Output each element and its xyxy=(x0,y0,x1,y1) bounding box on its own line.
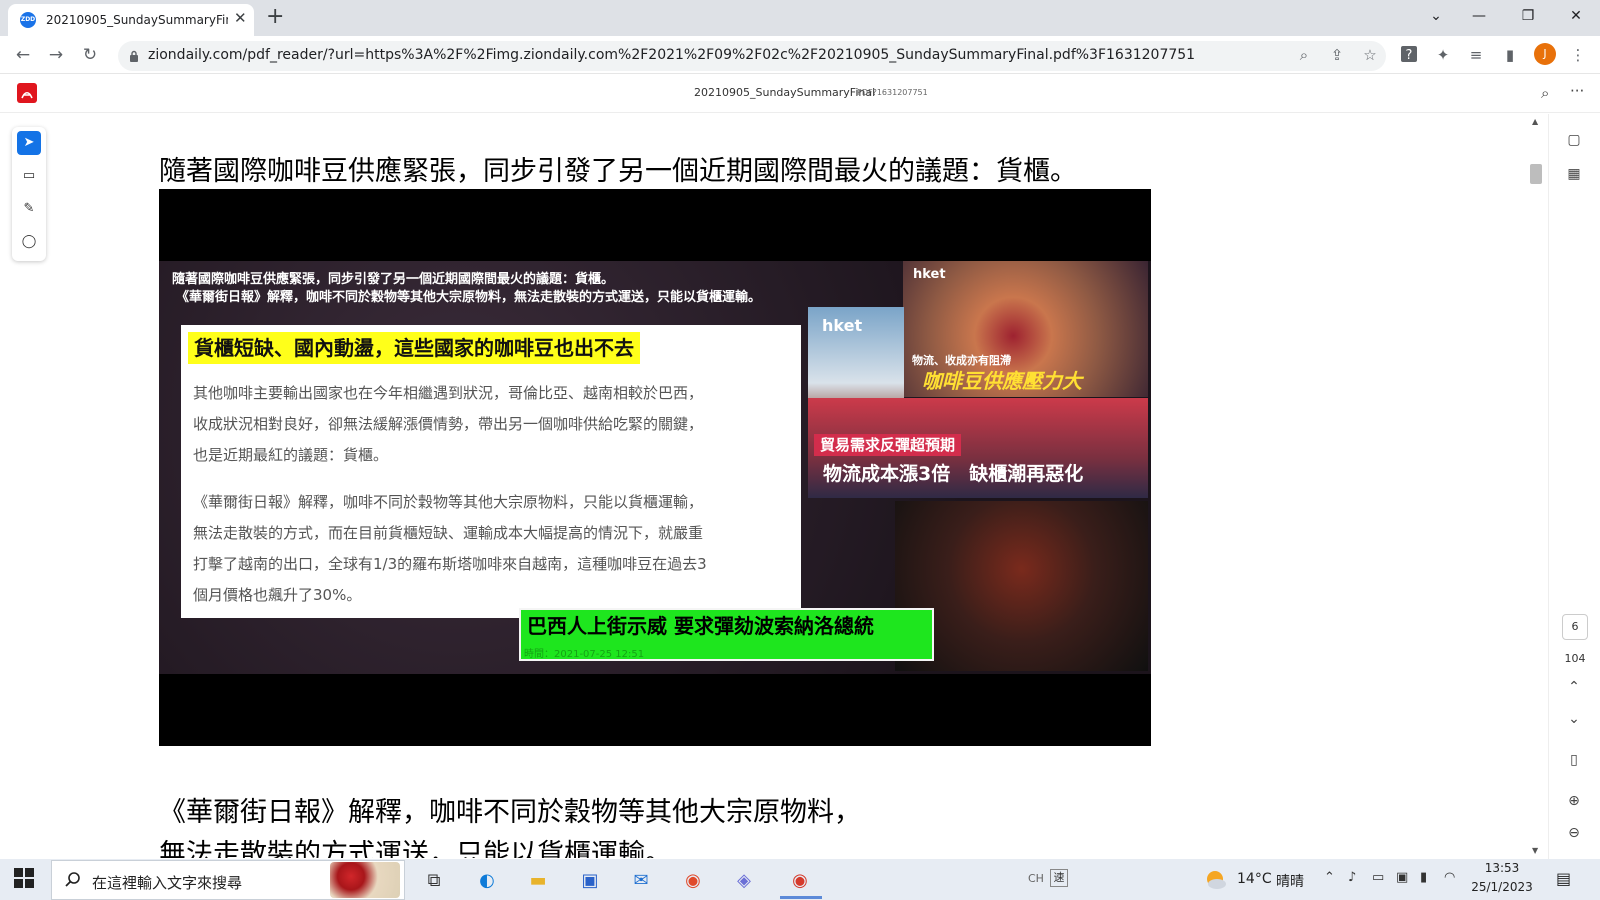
mail-icon[interactable]: ✉ xyxy=(628,868,654,894)
pdf-file-suffix: PDF?1631207751 xyxy=(857,88,928,97)
document-paragraph: 隨著國際咖啡豆供應緊張，同步引發了另一個近期國際間最火的議題：貨櫃。 xyxy=(159,156,1077,187)
forward-arrow-icon[interactable]: → xyxy=(45,44,67,66)
comments-icon[interactable]: ▢ xyxy=(1563,129,1585,151)
document-paragraph: 無法走散裝的方式運送，只能以貨櫃運輸。 xyxy=(159,839,672,858)
article-line: 打擊了越南的出口，全球有1/3的羅布斯塔咖啡來自越南，這種咖啡豆在過去3 xyxy=(193,555,707,573)
restore-button[interactable]: ❐ xyxy=(1505,0,1551,32)
article-line: 個月價格也飆升了30%。 xyxy=(193,586,362,604)
pdf-right-rail xyxy=(1548,114,1600,859)
select-cursor-icon[interactable]: ➤ xyxy=(17,131,41,155)
article-line: 無法走散裝的方式，而在目前貨櫃短缺、運輸成本大幅提高的情況下，就嚴重 xyxy=(193,524,704,542)
hket-logo: hket xyxy=(913,267,946,282)
extensions-puzzle-icon[interactable]: ✦ xyxy=(1433,45,1453,65)
zoom-icon[interactable]: ⌕ xyxy=(1294,45,1314,65)
photo-headline: 物流成本漲3倍 缺櫃潮再惡化 xyxy=(823,463,1084,485)
weather-temperature[interactable]: 14°C xyxy=(1237,871,1272,887)
draw-pen-icon[interactable]: ✎ xyxy=(17,197,41,221)
ime-language[interactable]: CH xyxy=(1028,872,1044,885)
wifi-icon[interactable]: ◠ xyxy=(1444,870,1455,885)
profile-avatar[interactable]: J xyxy=(1534,43,1556,65)
taskbar-date[interactable]: 25/1/2023 xyxy=(1467,880,1537,894)
scroll-down-arrow-icon[interactable]: ▼ xyxy=(1532,846,1538,855)
chrome-active-icon[interactable]: ◉ xyxy=(787,868,813,894)
active-app-indicator xyxy=(780,896,822,899)
page-document-icon[interactable]: ▯ xyxy=(1563,749,1585,771)
chrome-icon[interactable]: ◉ xyxy=(680,868,706,894)
windows-start-icon[interactable] xyxy=(14,868,34,888)
photo-headline: 咖啡豆供應壓力大 xyxy=(922,369,1082,393)
next-page-chevron-down-icon[interactable]: ⌄ xyxy=(1563,708,1585,730)
volume-icon[interactable]: ♪ xyxy=(1348,870,1356,885)
share-icon[interactable]: ⇪ xyxy=(1327,45,1347,65)
tab-title: 20210905_SundaySummaryFin xyxy=(46,13,228,27)
edge-icon[interactable]: ◐ xyxy=(474,868,500,894)
app-icon[interactable]: ◈ xyxy=(731,868,757,894)
article-line: 其他咖啡主要輸出國家也在今年相繼遇到狀況，哥倫比亞、越南相較於巴西， xyxy=(193,384,704,402)
prev-page-chevron-up-icon[interactable]: ⌃ xyxy=(1563,676,1585,698)
scrollbar-thumb[interactable] xyxy=(1530,164,1542,184)
notification-icon[interactable]: ▤ xyxy=(1556,869,1571,888)
zoom-out-icon[interactable]: ⊖ xyxy=(1563,822,1585,844)
url-text: ziondaily.com/pdf_reader/?url=https%3A%2… xyxy=(148,47,1196,63)
chrome-menu-icon[interactable]: ⋮ xyxy=(1568,45,1588,65)
address-bar[interactable]: ziondaily.com/pdf_reader/?url=https%3A%2… xyxy=(118,41,1386,71)
add-comment-icon[interactable]: ▭ xyxy=(17,164,41,188)
scroll-up-arrow-icon[interactable]: ▲ xyxy=(1532,117,1538,126)
article-line: 也是近期最紅的議題：貨櫃。 xyxy=(193,446,389,464)
side-panel-icon[interactable]: ▮ xyxy=(1500,45,1520,65)
slide-caption: 《華爾街日報》解釋，咖啡不同於穀物等其他大宗原物料，無法走散裝的方式運送，只能以… xyxy=(176,290,762,305)
slide-caption: 隨著國際咖啡豆供應緊張，同步引發了另一個近期國際間最火的議題：貨櫃。 xyxy=(172,272,615,287)
total-pages-label: 104 xyxy=(1564,652,1586,665)
browser-tab[interactable]: ZDD 20210905_SundaySummaryFin ✕ xyxy=(8,4,254,36)
lasso-icon[interactable]: ◯ xyxy=(17,230,41,254)
tray-chevron-up-icon[interactable]: ⌃ xyxy=(1324,870,1335,885)
ime-mode[interactable]: 速 xyxy=(1050,869,1068,887)
reload-icon[interactable]: ↻ xyxy=(79,44,101,66)
pdf-search-icon[interactable]: ⌕ xyxy=(1541,84,1549,102)
current-page-input[interactable]: 6 xyxy=(1562,614,1588,640)
search-placeholder: 在這裡輸入文字來搜尋 xyxy=(92,874,243,892)
article-line: 收成狀況相對良好，卻無法緩解漲價情勢，帶出另一個咖啡供給吃緊的關鍵， xyxy=(193,415,704,433)
hket-logo: hket xyxy=(822,316,863,335)
document-paragraph: 《華爾街日報》解釋，咖啡不同於穀物等其他大宗原物料， xyxy=(159,797,861,828)
meet-camera-icon[interactable]: ▭ xyxy=(1372,870,1384,885)
close-tab-icon[interactable]: ✕ xyxy=(234,9,247,27)
file-explorer-icon[interactable]: ▬ xyxy=(525,868,551,894)
weather-sun-icon[interactable] xyxy=(1202,866,1228,892)
extension-help-icon[interactable]: ? xyxy=(1400,45,1420,65)
minimize-button[interactable]: — xyxy=(1456,0,1502,32)
favicon-icon: ZDD xyxy=(20,12,36,28)
pdf-more-icon[interactable]: ··· xyxy=(1570,82,1584,100)
close-window-button[interactable]: ✕ xyxy=(1553,0,1599,32)
microsoft-store-icon[interactable]: ▣ xyxy=(577,868,603,894)
search-icon xyxy=(65,872,80,887)
photo-label: 貿易需求反彈超預期 xyxy=(814,434,962,456)
search-highlight-image xyxy=(330,862,400,898)
protest-timestamp: 時間：2021-07-25 12:51 xyxy=(524,649,645,660)
vertical-scrollbar[interactable] xyxy=(1472,114,1488,859)
acrobat-logo-icon xyxy=(17,83,37,103)
bookmark-star-icon[interactable]: ☆ xyxy=(1360,45,1380,65)
protest-headline: 巴西人上街示威 要求彈劾波索納洛總統 xyxy=(527,614,874,638)
back-arrow-icon[interactable]: ← xyxy=(12,44,34,66)
pdf-file-name: 20210905_SundaySummaryFinal xyxy=(694,86,876,99)
lock-icon xyxy=(130,50,138,62)
media-control-icon[interactable]: ≡ xyxy=(1466,45,1486,65)
taskbar-time[interactable]: 13:53 xyxy=(1467,861,1537,875)
tab-search-chevron-icon[interactable]: ⌄ xyxy=(1413,0,1459,32)
display-icon[interactable]: ▣ xyxy=(1396,870,1408,885)
zoom-in-icon[interactable]: ⊕ xyxy=(1563,790,1585,812)
svg-text:?: ? xyxy=(1406,48,1413,63)
task-view-icon[interactable]: ⧉ xyxy=(421,868,447,894)
new-tab-button[interactable]: + xyxy=(266,4,284,29)
thumbnails-grid-icon[interactable]: ▦ xyxy=(1563,163,1585,185)
article-line: 《華爾街日報》解釋，咖啡不同於穀物等其他大宗原物料，只能以貨櫃運輸， xyxy=(193,493,704,511)
article-headline: 貨櫃短缺、國內動盪，這些國家的咖啡豆也出不去 xyxy=(188,332,640,364)
weather-condition[interactable]: 晴晴 xyxy=(1276,871,1304,891)
battery-icon[interactable]: ▮ xyxy=(1420,870,1427,885)
